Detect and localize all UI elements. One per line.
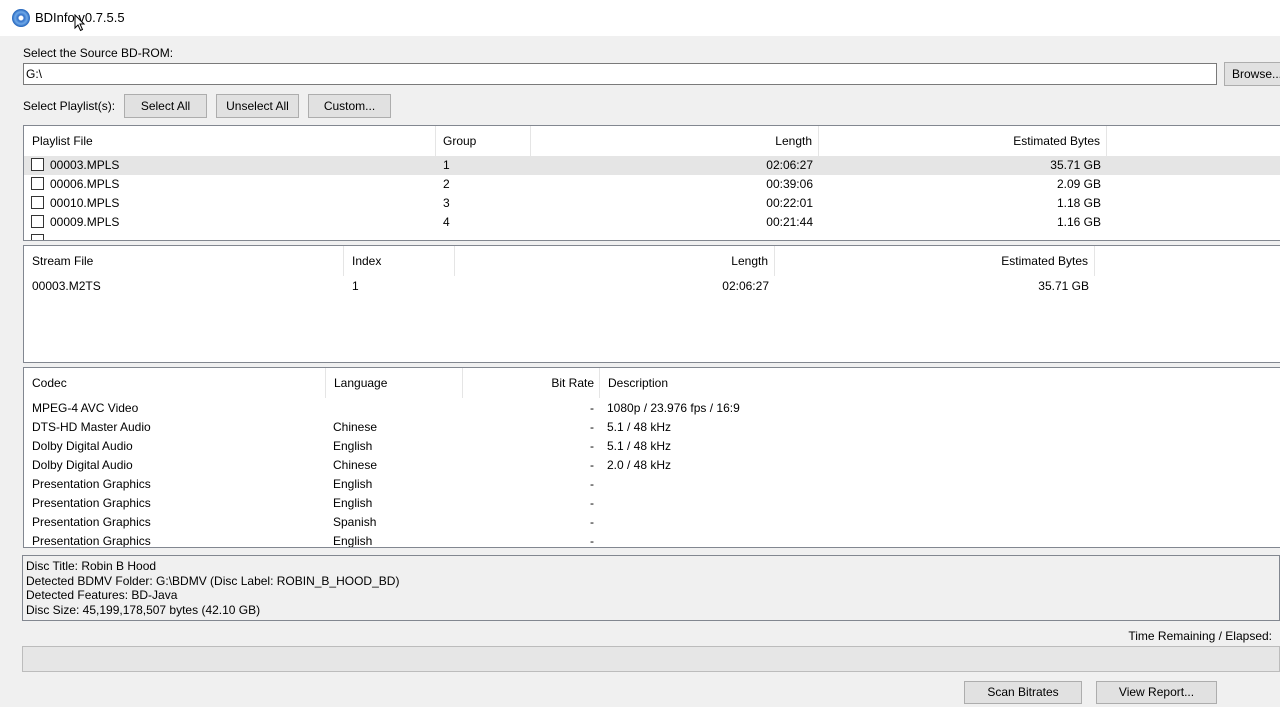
codec-description: 5.1 / 48 kHz [607,439,672,453]
codec-bitrate: - [590,496,594,510]
disc-folder: Detected BDMV Folder: G:\BDMV (Disc Labe… [26,574,400,588]
playlist-file: 00003.MPLS [50,158,120,172]
playlist-file: 00009.MPLS [50,215,120,229]
scan-bitrates-button[interactable]: Scan Bitrates [964,681,1082,704]
view-report-button[interactable]: View Report... [1096,681,1217,704]
stream-index: 1 [352,279,359,293]
select-all-button[interactable]: Select All [124,94,207,118]
playlist-group: 4 [443,215,450,229]
column-header-estimated-bytes[interactable]: Estimated Bytes [775,246,1095,276]
playlist-bytes: 35.71 GB [1050,158,1101,172]
codec-name: Presentation Graphics [32,477,151,491]
disc-size: Disc Size: 45,199,178,507 bytes (42.10 G… [26,603,261,617]
playlist-bytes: 1.18 GB [1056,196,1101,210]
disc-features: Detected Features: BD-Java [26,588,178,602]
codec-language: Spanish [333,515,377,529]
playlist-checkbox[interactable] [31,158,44,171]
playlist-group: 3 [443,196,450,210]
bdinfo-window: BDInfo v0.7.5.5 Select the Source BD-ROM… [0,0,1280,707]
codec-language: Chinese [333,420,378,434]
codec-language: English [333,496,373,510]
column-header-estimated-bytes[interactable]: Estimated Bytes [819,126,1107,156]
playlist-length: 02:06:27 [766,158,813,172]
codec-bitrate: - [590,458,594,472]
stream-length: 02:06:27 [722,279,769,293]
stream-file-list[interactable]: Stream File Index Length Estimated Bytes… [23,245,1280,363]
mouse-cursor-icon [74,14,86,32]
column-header-bit-rate[interactable]: Bit Rate [463,368,600,398]
playlist-list[interactable]: Playlist File Group Length Estimated Byt… [23,125,1280,241]
codec-language: English [333,439,373,453]
browse-button[interactable]: Browse... [1224,62,1280,86]
playlist-checkbox[interactable] [31,234,44,240]
unselect-all-button[interactable]: Unselect All [216,94,299,118]
playlist-checkbox[interactable] [31,177,44,190]
playlist-bytes: 2.09 GB [1056,177,1101,191]
codec-bitrate: - [590,477,594,491]
codec-description: 1080p / 23.976 fps / 16:9 [607,401,740,415]
playlist-length: 00:21:44 [766,215,813,229]
codec-bitrate: - [590,401,594,415]
column-header-language[interactable]: Language [326,368,463,398]
column-header-index[interactable]: Index [344,246,455,276]
column-header-description[interactable]: Description [600,368,1280,398]
codec-bitrate: - [590,439,594,453]
source-path-input[interactable] [23,63,1217,85]
codec-description: 2.0 / 48 kHz [607,458,672,472]
codec-bitrate: - [590,515,594,529]
time-remaining-label: Time Remaining / Elapsed: [1128,629,1272,643]
column-header-length[interactable]: Length [455,246,775,276]
playlist-checkbox[interactable] [31,215,44,228]
disc-app-icon [12,9,30,27]
column-header-stream-file[interactable]: Stream File [24,246,344,276]
codec-language: English [333,534,373,548]
column-header-length[interactable]: Length [531,126,819,156]
playlist-select-label: Select Playlist(s): [23,99,116,113]
column-header-codec[interactable]: Codec [24,368,326,398]
codec-name: MPEG-4 AVC Video [32,401,139,415]
playlist-length: 00:39:06 [766,177,813,191]
codec-bitrate: - [590,534,594,548]
codec-language: English [333,477,373,491]
codec-name: Dolby Digital Audio [32,458,133,472]
custom-button[interactable]: Custom... [308,94,391,118]
codec-description: 5.1 / 48 kHz [607,420,672,434]
column-header-group[interactable]: Group [436,126,531,156]
disc-title: Disc Title: Robin B Hood [26,559,157,573]
stream-file: 00003.M2TS [32,279,101,293]
disc-info-box: Disc Title: Robin B Hood Detected BDMV F… [22,555,1280,621]
codec-name: Presentation Graphics [32,534,151,548]
playlist-checkbox[interactable] [31,196,44,209]
playlist-length: 00:22:01 [766,196,813,210]
column-header-playlist-file[interactable]: Playlist File [24,126,436,156]
codec-name: Presentation Graphics [32,496,151,510]
stream-bytes: 35.71 GB [1038,279,1089,293]
codec-name: Presentation Graphics [32,515,151,529]
codec-name: DTS-HD Master Audio [32,420,151,434]
title-bar: BDInfo v0.7.5.5 [0,0,1280,36]
playlist-file: 00010.MPLS [50,196,120,210]
codec-language: Chinese [333,458,378,472]
playlist-bytes: 1.16 GB [1056,215,1101,229]
codec-name: Dolby Digital Audio [32,439,133,453]
codec-list[interactable]: Codec Language Bit Rate Description MPEG… [23,367,1280,548]
playlist-file: 00006.MPLS [50,177,120,191]
playlist-group: 1 [443,158,450,172]
scan-progress-bar [22,646,1280,672]
codec-bitrate: - [590,420,594,434]
source-label: Select the Source BD-ROM: [23,46,174,60]
playlist-group: 2 [443,177,450,191]
